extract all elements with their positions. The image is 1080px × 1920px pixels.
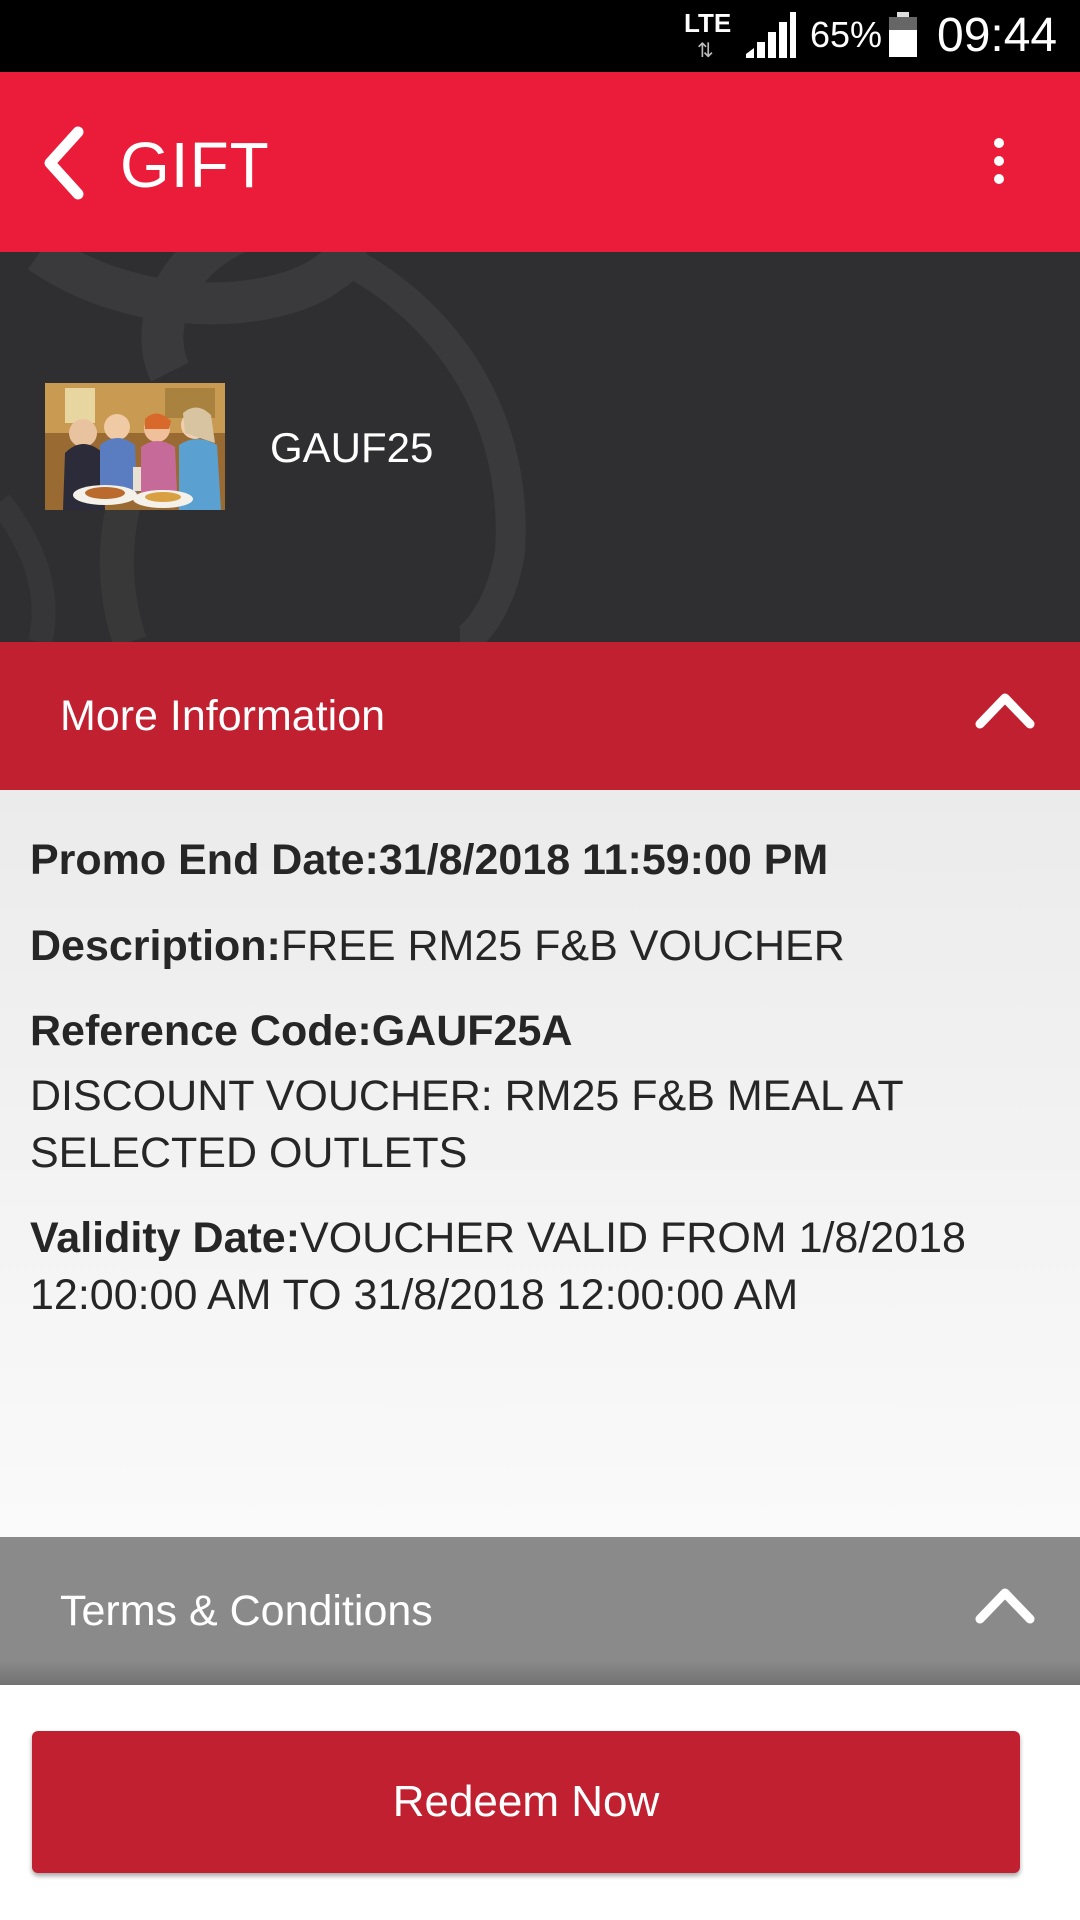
redeem-now-button[interactable]: Redeem Now bbox=[32, 1731, 1020, 1873]
chevron-up-icon[interactable] bbox=[974, 1585, 1036, 1625]
gift-detail-screen: LTE ⇅ 65% 09:44 GIFT GAUF25 More Informa… bbox=[0, 0, 1080, 1920]
battery-icon bbox=[889, 12, 917, 57]
reference-label: Reference Code: bbox=[30, 1007, 372, 1055]
gift-code: GAUF25 bbox=[270, 424, 434, 471]
validity-date: Validity Date:VOUCHER VALID FROM 1/8/201… bbox=[30, 1210, 1050, 1324]
reference-code: Reference Code:GAUF25A bbox=[30, 1003, 1050, 1060]
clock: 09:44 bbox=[937, 9, 1058, 62]
terms-conditions-title: Terms & Conditions bbox=[60, 1587, 433, 1635]
battery-percent: 65% bbox=[810, 14, 883, 55]
overflow-menu-icon[interactable] bbox=[976, 132, 1022, 192]
description: Description:FREE RM25 F&B VOUCHER bbox=[30, 918, 1050, 975]
status-bar: LTE ⇅ 65% 09:44 bbox=[0, 0, 1080, 72]
reference-value: GAUF25A bbox=[371, 1007, 573, 1055]
app-bar: GIFT bbox=[0, 72, 1080, 252]
gift-hero: GAUF25 bbox=[0, 252, 1080, 642]
more-information-content: Promo End Date:31/8/2018 11:59:00 PM Des… bbox=[0, 790, 1080, 1537]
promo-end-value: 31/8/2018 11:59:00 PM bbox=[378, 836, 829, 884]
back-arrow-icon[interactable] bbox=[36, 118, 96, 208]
validity-label: Validity Date: bbox=[30, 1214, 301, 1262]
more-information-header[interactable]: More Information bbox=[0, 642, 1080, 790]
page-title: GIFT bbox=[120, 129, 270, 201]
terms-shadow bbox=[0, 1660, 1080, 1686]
more-information-title: More Information bbox=[60, 692, 386, 740]
promo-end-label: Promo End Date: bbox=[30, 836, 379, 884]
bottom-action-bar: Redeem Now bbox=[0, 1685, 1080, 1920]
chevron-up-icon[interactable] bbox=[974, 690, 1036, 730]
gift-image bbox=[45, 383, 225, 510]
description-label: Description: bbox=[30, 922, 281, 970]
description-value: FREE RM25 F&B VOUCHER bbox=[280, 922, 845, 970]
promo-end-date: Promo End Date:31/8/2018 11:59:00 PM bbox=[30, 832, 1050, 889]
lte-arrows-icon: ⇅ bbox=[697, 40, 714, 62]
network-type: LTE bbox=[684, 8, 732, 38]
reference-detail: DISCOUNT VOUCHER: RM25 F&B MEAL AT SELEC… bbox=[30, 1072, 903, 1177]
signal-icon bbox=[746, 12, 796, 58]
restaurant-photo-icon bbox=[45, 383, 225, 510]
